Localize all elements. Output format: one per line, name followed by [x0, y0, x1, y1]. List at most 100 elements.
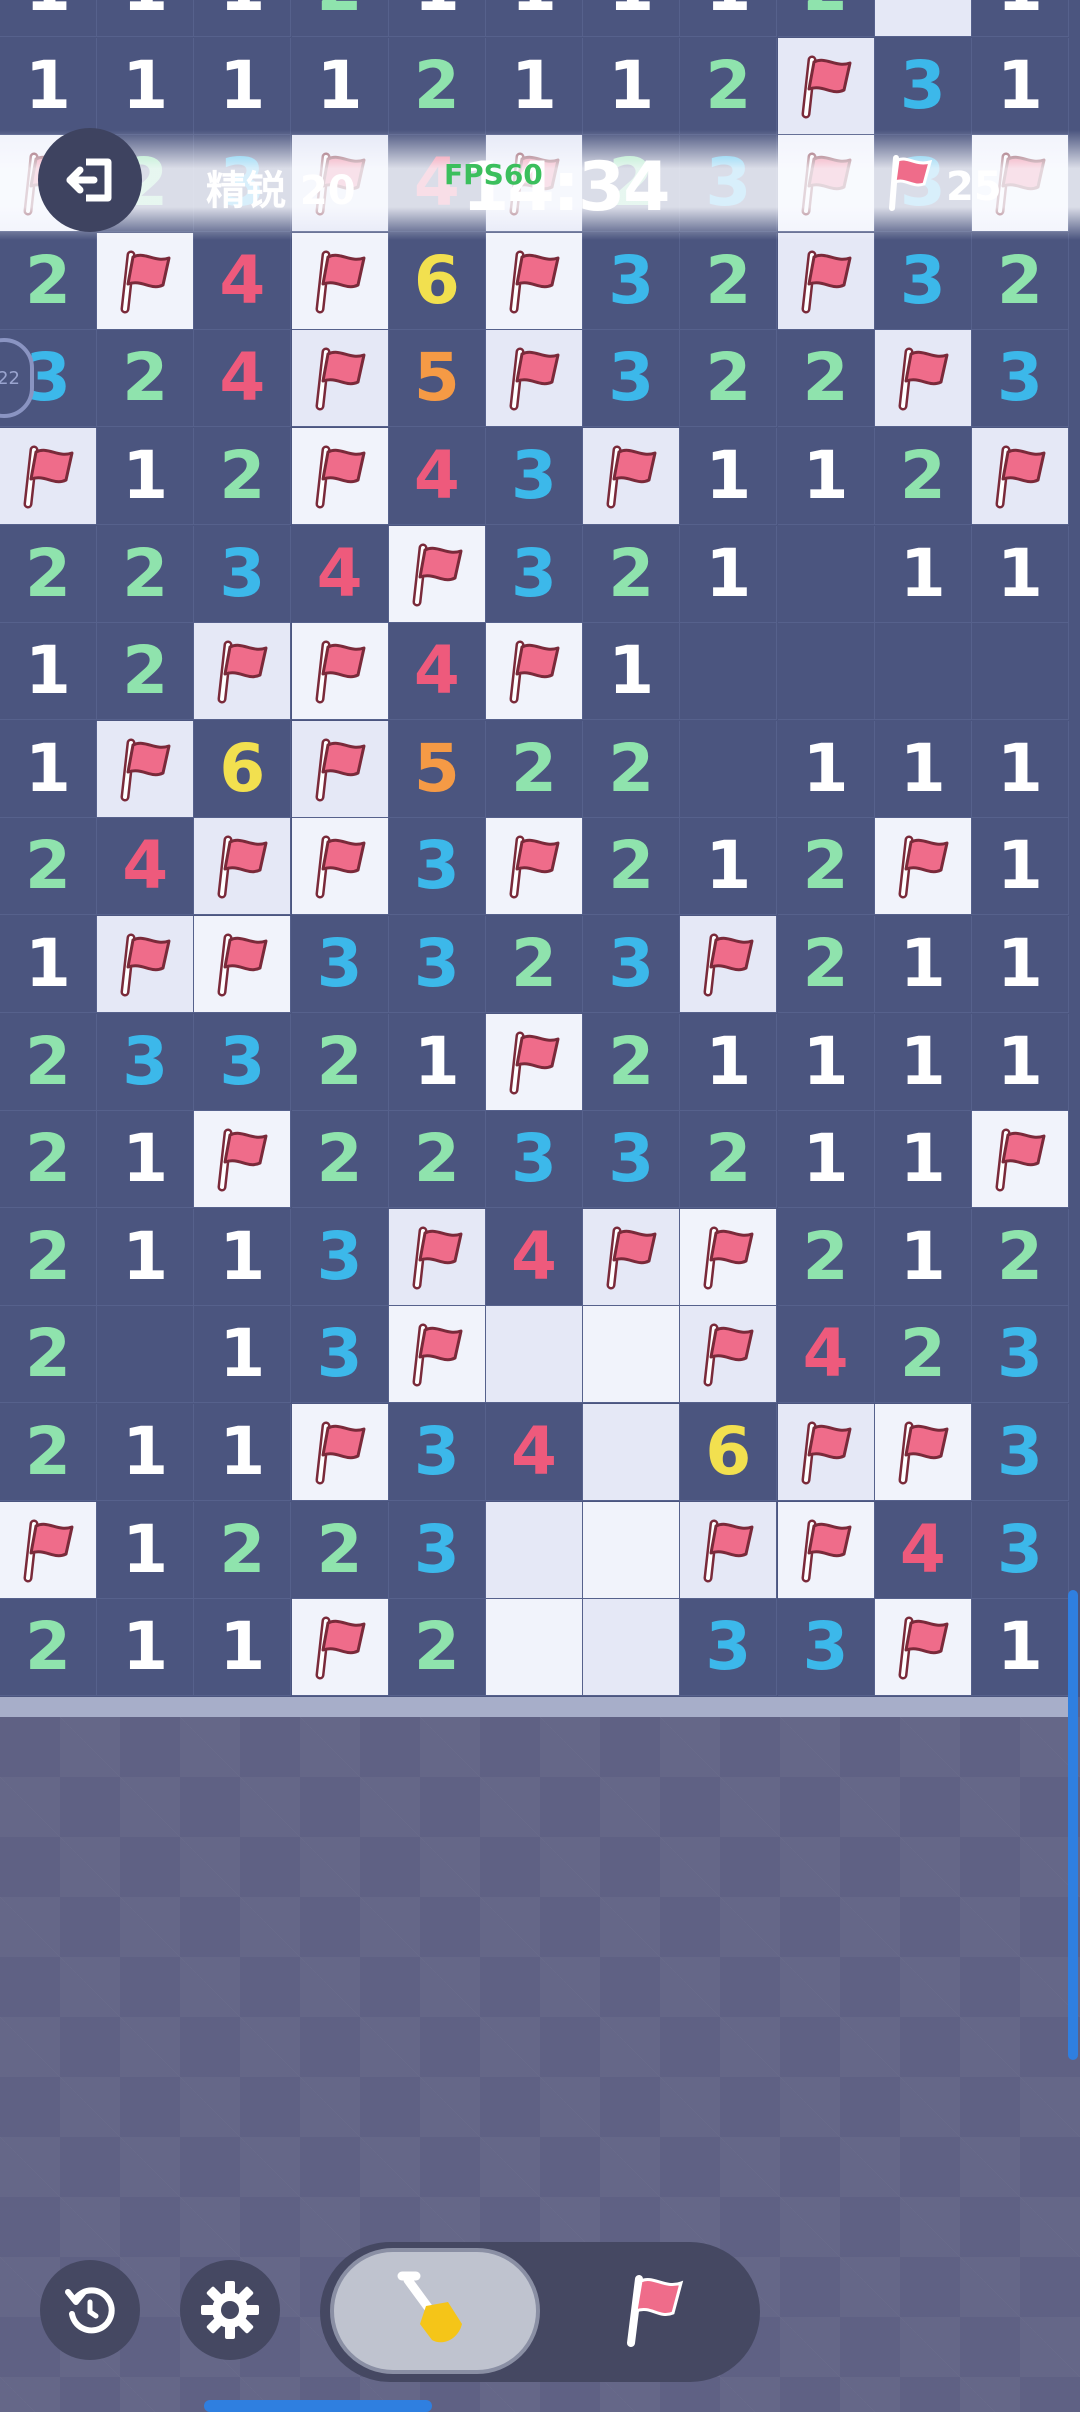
number-cell[interactable]: 1 [194, 37, 292, 135]
number-cell[interactable]: 1 [194, 0, 292, 37]
flag-cell[interactable] [0, 428, 97, 525]
number-cell[interactable]: 2 [874, 428, 972, 525]
number-cell[interactable]: 3 [194, 525, 292, 623]
flag-cell[interactable] [777, 37, 875, 135]
number-cell[interactable]: 6 [388, 232, 486, 330]
number-cell[interactable]: 1 [97, 0, 195, 37]
number-cell[interactable]: 1 [0, 720, 97, 818]
number-cell[interactable]: 1 [680, 818, 778, 916]
flag-cell[interactable] [486, 330, 583, 428]
number-cell[interactable]: 1 [97, 1501, 195, 1599]
number-cell[interactable]: 1 [972, 818, 1069, 916]
number-cell[interactable]: 1 [680, 525, 778, 623]
number-cell[interactable]: 1 [777, 1013, 875, 1111]
flag-cell[interactable] [291, 232, 389, 330]
number-cell[interactable]: 4 [486, 1404, 583, 1501]
number-cell[interactable]: 2 [0, 1013, 97, 1111]
number-cell[interactable]: 1 [972, 1599, 1069, 1697]
number-cell[interactable]: 1 [97, 1111, 195, 1209]
number-cell[interactable]: 2 [388, 1599, 486, 1697]
flag-mode-button[interactable] [580, 2248, 730, 2374]
flag-cell[interactable] [194, 916, 292, 1013]
number-cell[interactable]: 3 [388, 818, 486, 916]
number-cell[interactable]: 2 [874, 1306, 972, 1404]
number-cell[interactable]: 2 [972, 1208, 1069, 1306]
number-cell[interactable]: 1 [777, 428, 875, 525]
number-cell[interactable]: 2 [388, 1111, 486, 1209]
number-cell[interactable]: 4 [97, 818, 195, 916]
number-cell[interactable]: 4 [291, 525, 389, 623]
empty-revealed-cell[interactable] [486, 1599, 583, 1697]
number-cell[interactable]: 3 [583, 232, 681, 330]
number-cell[interactable]: 2 [972, 232, 1069, 330]
number-cell[interactable]: 2 [777, 1208, 875, 1306]
empty-cell[interactable] [680, 623, 778, 721]
number-cell[interactable]: 4 [388, 623, 486, 721]
number-cell[interactable]: 1 [486, 0, 583, 37]
flag-cell[interactable] [874, 330, 972, 428]
number-cell[interactable]: 1 [874, 1111, 972, 1209]
number-cell[interactable]: 1 [874, 916, 972, 1013]
number-cell[interactable]: 3 [874, 37, 972, 135]
number-cell[interactable]: 2 [291, 0, 389, 37]
number-cell[interactable]: 1 [680, 0, 778, 37]
number-cell[interactable]: 2 [777, 916, 875, 1013]
flag-cell[interactable] [97, 916, 195, 1013]
number-cell[interactable]: 3 [583, 916, 681, 1013]
empty-cell[interactable] [777, 623, 875, 721]
flag-cell[interactable] [194, 818, 292, 916]
flag-cell[interactable] [97, 232, 195, 330]
number-cell[interactable]: 1 [194, 1208, 292, 1306]
empty-cell[interactable] [874, 623, 972, 721]
number-cell[interactable]: 2 [486, 916, 583, 1013]
number-cell[interactable]: 1 [0, 916, 97, 1013]
number-cell[interactable]: 4 [194, 232, 292, 330]
number-cell[interactable]: 3 [486, 428, 583, 525]
number-cell[interactable]: 1 [680, 1013, 778, 1111]
number-cell[interactable]: 3 [583, 330, 681, 428]
empty-revealed-cell[interactable] [583, 1501, 681, 1599]
number-cell[interactable]: 2 [0, 525, 97, 623]
flag-cell[interactable] [194, 623, 292, 721]
number-cell[interactable]: 3 [388, 916, 486, 1013]
number-cell[interactable]: 1 [583, 623, 681, 721]
number-cell[interactable]: 1 [680, 428, 778, 525]
number-cell[interactable]: 3 [583, 1111, 681, 1209]
flag-cell[interactable] [291, 330, 389, 428]
number-cell[interactable]: 1 [972, 37, 1069, 135]
flag-cell[interactable] [388, 1208, 486, 1306]
flag-cell[interactable] [291, 1404, 389, 1501]
empty-revealed-cell[interactable] [874, 0, 972, 37]
number-cell[interactable]: 1 [583, 0, 681, 37]
number-cell[interactable]: 3 [972, 1306, 1069, 1404]
number-cell[interactable]: 1 [97, 1208, 195, 1306]
number-cell[interactable]: 4 [777, 1306, 875, 1404]
number-cell[interactable]: 5 [388, 720, 486, 818]
settings-button[interactable] [180, 2260, 280, 2360]
flag-cell[interactable] [388, 525, 486, 623]
number-cell[interactable]: 4 [874, 1501, 972, 1599]
flag-cell[interactable] [291, 428, 389, 525]
number-cell[interactable]: 3 [194, 1013, 292, 1111]
flag-cell[interactable] [680, 1306, 778, 1404]
number-cell[interactable]: 2 [291, 1013, 389, 1111]
flag-cell[interactable] [583, 428, 681, 525]
number-cell[interactable]: 1 [194, 1599, 292, 1697]
number-cell[interactable]: 3 [486, 525, 583, 623]
number-cell[interactable]: 3 [291, 916, 389, 1013]
empty-revealed-cell[interactable] [583, 1306, 681, 1404]
empty-cell[interactable] [777, 525, 875, 623]
number-cell[interactable]: 2 [0, 1111, 97, 1209]
empty-cell[interactable] [680, 720, 778, 818]
number-cell[interactable]: 2 [583, 720, 681, 818]
flag-cell[interactable] [291, 1599, 389, 1697]
dig-mode-button[interactable] [330, 2248, 540, 2374]
number-cell[interactable]: 1 [0, 0, 97, 37]
number-cell[interactable]: 3 [972, 1501, 1069, 1599]
number-cell[interactable]: 1 [972, 1013, 1069, 1111]
flag-cell[interactable] [486, 623, 583, 721]
number-cell[interactable]: 2 [777, 330, 875, 428]
flag-cell[interactable] [972, 428, 1069, 525]
number-cell[interactable]: 2 [388, 37, 486, 135]
number-cell[interactable]: 1 [874, 1208, 972, 1306]
